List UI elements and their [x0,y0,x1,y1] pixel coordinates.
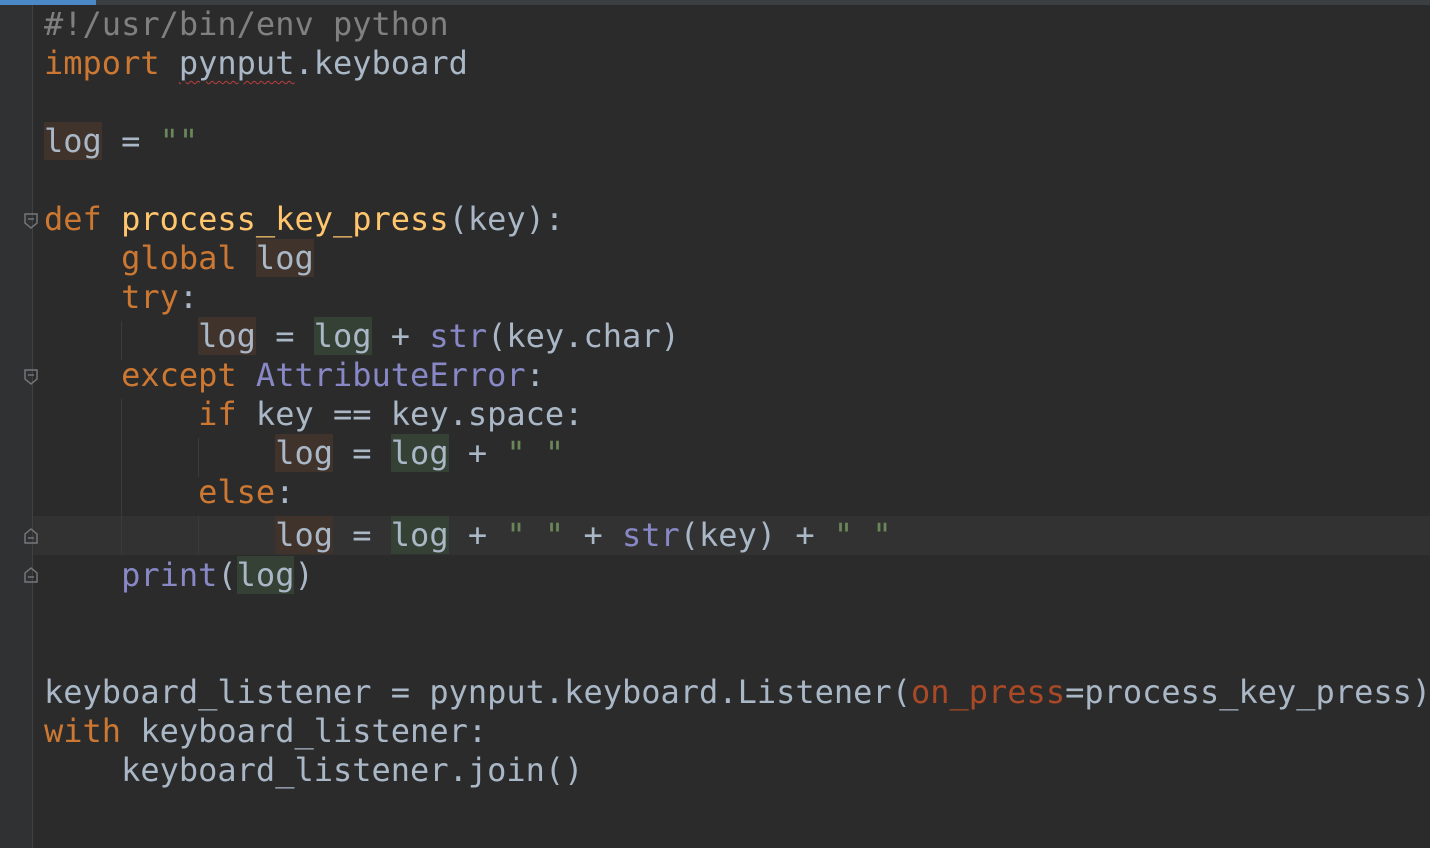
builtin-str: str [621,516,680,554]
shebang-comment: #!/usr/bin/env python [44,5,449,43]
fold-open-icon[interactable] [22,212,40,230]
call-args: (key.char) [487,317,680,355]
keyword-except: except [121,356,237,394]
fold-end-icon[interactable] [22,566,40,584]
string-literal: " " [506,516,565,554]
operator-plus: + [564,516,622,554]
colon: : [178,278,199,316]
code-line-11[interactable]: if key == key.space: [44,395,583,434]
variable-log-ref: log [236,556,295,594]
string-literal: " " [833,516,892,554]
keyword-else: else [198,473,276,511]
function-name: process_key_press [121,200,449,238]
paren-open: ( [217,556,237,594]
keyword-def: def [44,200,102,238]
code-line-20[interactable]: keyboard_listener.join() [44,751,583,790]
builtin-print: print [121,556,218,594]
code-line-13[interactable]: else: [44,473,294,512]
code-line-15[interactable]: print(log) [44,556,314,595]
colon: : [275,473,295,511]
builtin-str: str [429,317,488,355]
builtin-exception: AttributeError [255,356,526,394]
keyword-if: if [198,395,237,433]
operator-assign: = [255,317,314,355]
code-line-4[interactable]: log = "" [44,122,198,161]
variable-log: log [44,122,102,160]
operator-assign: = [332,516,391,554]
code-line-1[interactable]: #!/usr/bin/env python [44,5,449,44]
variable-log: log [275,516,333,554]
variable-log: log [198,317,256,355]
call-args: (key) [679,516,777,554]
listener-assignment: keyboard_listener = pynput.keyboard.List… [44,673,911,711]
code-line-14[interactable]: log = log + " " + str(key) + " " [44,516,892,555]
with-target: keyboard_listener: [121,712,488,750]
function-signature: (key): [448,200,565,238]
editor-gutter [0,5,32,848]
fold-end-icon[interactable] [22,527,40,545]
code-line-2[interactable]: import pynput.keyboard [44,44,468,83]
keyword-import: import [44,44,160,82]
paren-close: ) [294,556,314,594]
code-line-7[interactable]: global log [44,239,314,278]
code-line-6[interactable]: def process_key_press(key): [44,200,564,239]
keyword-with: with [44,712,122,750]
string-literal: " " [506,434,565,472]
operator-assign: = [101,122,160,160]
fold-open-icon[interactable] [22,368,40,386]
code-line-9[interactable]: log = log + str(key.char) [44,317,680,356]
argument-value: =process_key_press) [1065,673,1430,711]
variable-log-ref: log [390,516,449,554]
colon: : [525,356,545,394]
operator-plus: + [776,516,834,554]
code-line-18[interactable]: keyboard_listener = pynput.keyboard.List… [44,673,1430,712]
code-line-12[interactable]: log = log + " " [44,434,564,473]
code-line-8[interactable]: try: [44,278,198,317]
condition: key == key.space: [236,395,584,433]
string-literal: "" [159,122,199,160]
variable-log-ref: log [313,317,372,355]
module-attribute: .keyboard [294,44,468,82]
join-call: keyboard_listener.join() [121,751,584,789]
variable-log: log [275,434,333,472]
keyword-try: try [121,278,179,316]
keyword-argument: on_press [910,673,1066,711]
operator-plus: + [448,516,507,554]
keyword-global: global [121,239,237,277]
operator-assign: = [332,434,391,472]
code-line-10[interactable]: except AttributeError: [44,356,545,395]
module-name-unresolved: pynput [178,44,295,82]
code-editor[interactable]: #!/usr/bin/env python import pynput.keyb… [0,0,1430,848]
operator-plus: + [448,434,507,472]
code-line-19[interactable]: with keyboard_listener: [44,712,487,751]
variable-log-ref: log [390,434,449,472]
gutter-divider [32,5,33,848]
operator-plus: + [371,317,430,355]
variable-log: log [255,239,314,277]
